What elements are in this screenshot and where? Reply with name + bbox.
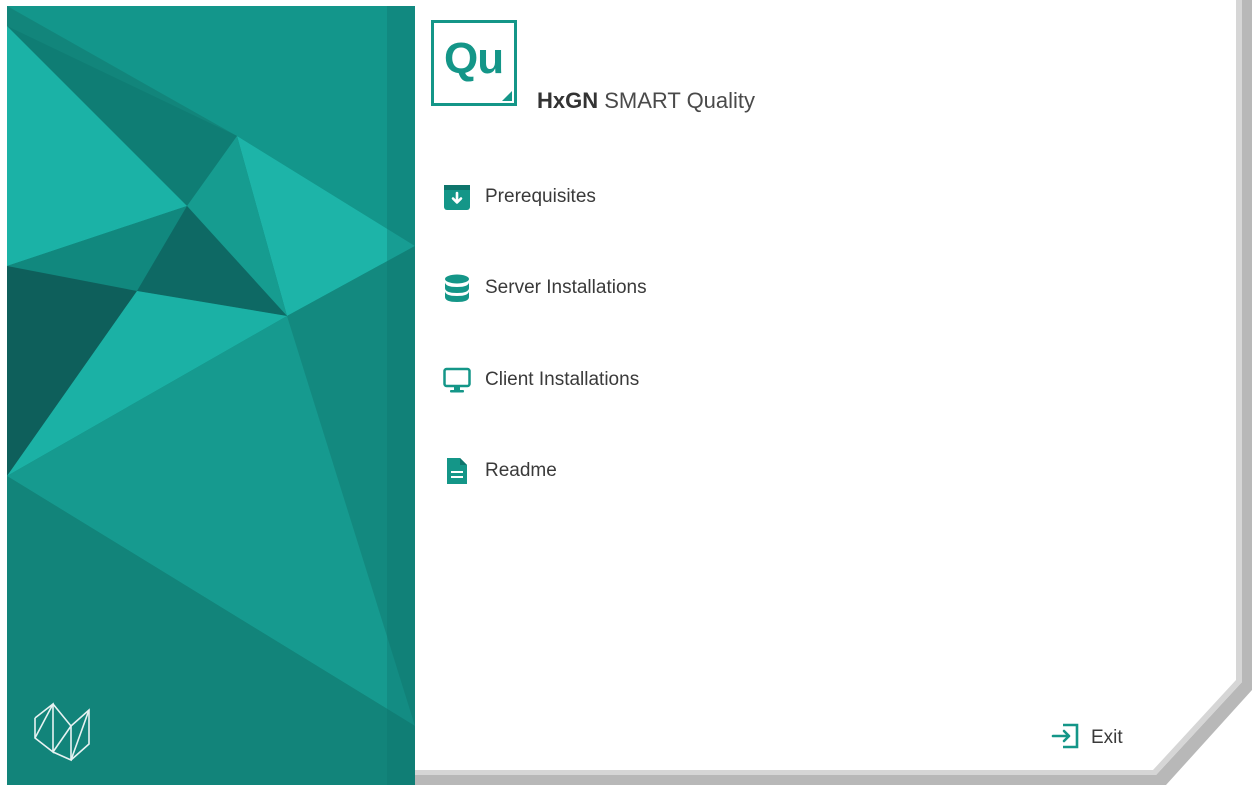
geometric-background	[7, 6, 415, 785]
product-brand: HxGN	[537, 88, 599, 113]
exit-button[interactable]: Exit	[1051, 720, 1123, 756]
menu-item-client-installations[interactable]: Client Installations	[441, 355, 841, 405]
menu-item-label: Server Installations	[485, 277, 647, 298]
document-icon	[441, 455, 473, 487]
product-title: HxGN SMART Quality	[537, 88, 755, 114]
logo-corner-mark	[502, 91, 512, 101]
menu-item-readme[interactable]: Readme	[441, 446, 841, 496]
database-icon	[441, 272, 473, 304]
monitor-icon	[441, 364, 473, 396]
download-box-icon	[441, 181, 473, 213]
installer-window: Qu HxGN SMART Quality Prerequisites Serv…	[0, 0, 1252, 785]
product-name-text: SMART Quality	[604, 88, 756, 113]
decorative-side-panel	[7, 6, 415, 785]
menu-item-prerequisites[interactable]: Prerequisites	[441, 172, 841, 222]
menu-item-label: Readme	[485, 460, 557, 481]
menu-item-label: Prerequisites	[485, 186, 596, 207]
exit-icon	[1051, 722, 1081, 755]
product-logo-text: Qu	[444, 34, 504, 83]
product-logo: Qu	[431, 20, 517, 106]
menu-item-server-installations[interactable]: Server Installations	[441, 263, 841, 313]
hexagon-logo-icon	[34, 702, 90, 762]
main-content: Qu HxGN SMART Quality Prerequisites Serv…	[415, 0, 1252, 785]
exit-label: Exit	[1091, 727, 1123, 748]
menu-item-label: Client Installations	[485, 369, 640, 390]
